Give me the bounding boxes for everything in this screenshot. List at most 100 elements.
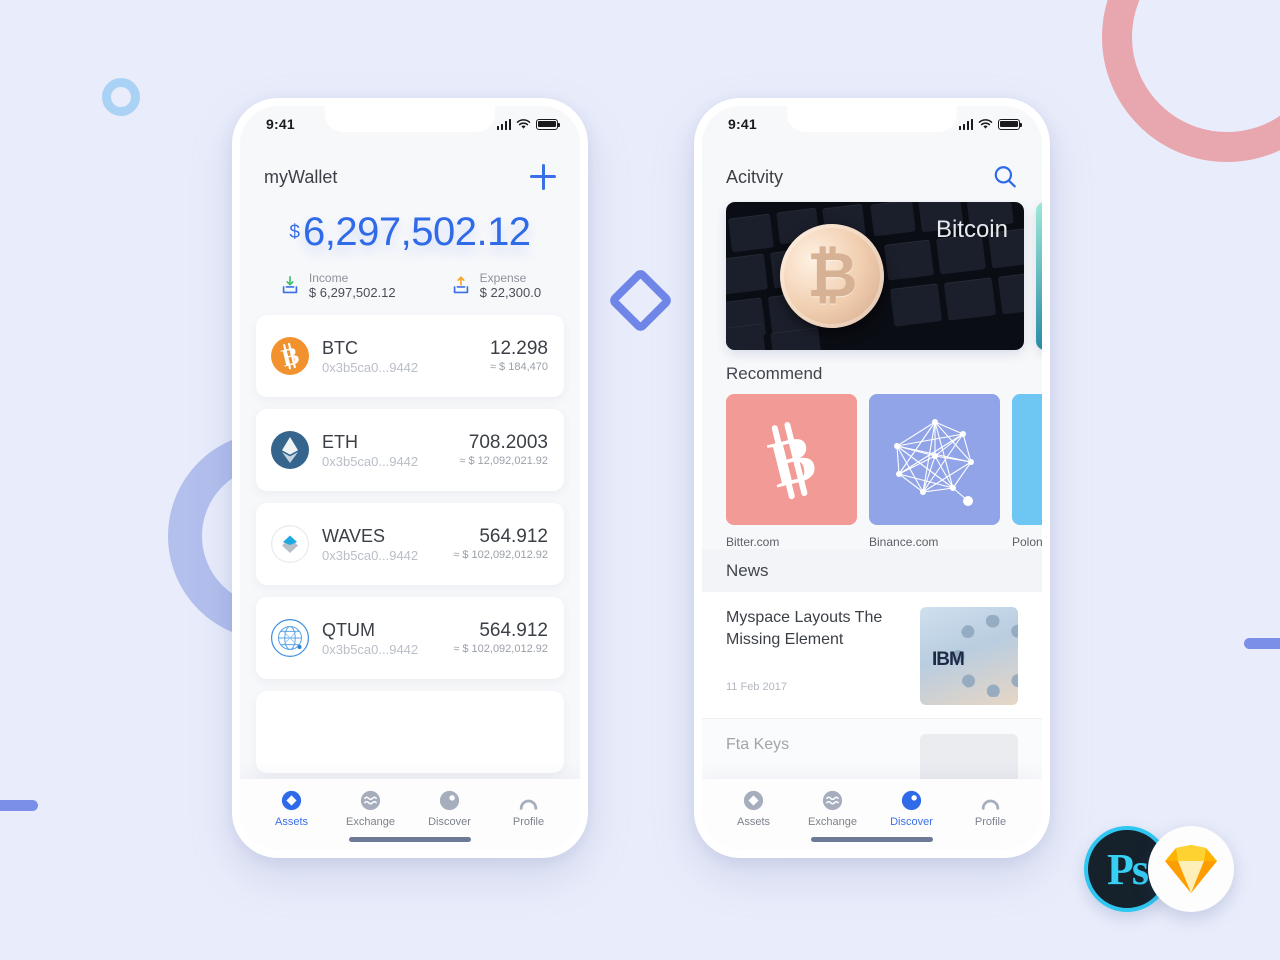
banner-card-next[interactable]	[1036, 202, 1042, 350]
discover-compass-icon	[901, 790, 922, 810]
tab-profile[interactable]: Profile	[489, 788, 568, 828]
asset-amount: 708.2003	[468, 432, 548, 453]
exchange-waves-icon	[360, 790, 381, 810]
expense-summary: Expense $ 22,300.0	[450, 271, 541, 301]
asset-fiat: ≈ $ 102,092,012.92	[453, 549, 548, 561]
asset-fiat: ≈ $ 102,092,012.92	[453, 643, 548, 655]
asset-amount: 564.912	[479, 620, 548, 641]
tab-bar: Assets Exchange Discover Profile	[240, 779, 580, 850]
wifi-icon	[516, 119, 531, 129]
tab-label: Assets	[274, 816, 308, 828]
page-title: Acitvity	[726, 166, 784, 187]
tab-label: Profile	[974, 816, 1007, 828]
bitcoin-b-icon: B	[726, 394, 857, 525]
ibm-logo-icon: IBM	[932, 649, 965, 670]
balance-section: $ 6,297,502.12 Income $ 6,297,502.12 Exp…	[240, 200, 580, 307]
recommend-card-poloniex[interactable]: Polonie	[1012, 394, 1042, 549]
wallet-header: myWallet	[240, 142, 580, 200]
table-row[interactable]	[256, 691, 564, 773]
banner-carousel[interactable]: ₿ Bitcoin	[702, 200, 1042, 350]
asset-symbol: QTUM	[322, 619, 375, 640]
discover-content: ₿ Bitcoin Recommend B Bitter.com Binance…	[702, 200, 1042, 779]
news-section-title: News	[702, 549, 1042, 592]
table-row[interactable]: QTUM 0x3b5ca0...9442 564.912 ≈ $ 102,092…	[256, 597, 564, 679]
tab-profile[interactable]: Profile	[951, 788, 1030, 828]
profile-person-icon	[981, 799, 1000, 810]
status-time: 9:41	[728, 116, 757, 132]
network-mesh-icon	[869, 394, 1000, 525]
plus-icon[interactable]	[530, 164, 556, 190]
asset-amount: 12.298	[489, 338, 548, 359]
tab-bar: Assets Exchange Discover Profile	[702, 779, 1042, 850]
expense-upload-icon	[453, 276, 468, 294]
tab-assets[interactable]: Assets	[252, 788, 331, 828]
recommend-card-binance[interactable]: Binance.com	[869, 394, 1000, 549]
tab-exchange[interactable]: Exchange	[793, 788, 872, 828]
battery-icon	[998, 118, 1023, 130]
phone-mockup-discover: 9:41 Acitvity ₿ Bitcoin Recommend B Bitt…	[694, 98, 1050, 858]
eth-coin-icon	[271, 431, 309, 469]
tab-exchange[interactable]: Exchange	[331, 788, 410, 828]
asset-list[interactable]: B BTC 0x3b5ca0...9442 12.298 ≈ $ 184,470	[240, 307, 580, 779]
qtum-coin-icon	[271, 619, 309, 657]
recommend-carousel[interactable]: B Bitter.com Binance.com Polon	[702, 394, 1042, 549]
notch	[787, 106, 957, 132]
news-date: 11 Feb 2017	[726, 681, 787, 693]
asset-address: 0x3b5ca0...9442	[322, 547, 419, 563]
news-title: Myspace Layouts The Missing Element	[726, 609, 883, 648]
photoshop-label: Ps	[1107, 844, 1149, 894]
table-row[interactable]: WAVES 0x3b5ca0...9442 564.912 ≈ $ 102,09…	[256, 503, 564, 585]
tab-discover[interactable]: Discover	[872, 788, 951, 828]
recommend-label: Polonie	[1012, 535, 1042, 549]
blue-circle-decoration	[102, 78, 140, 116]
exchange-waves-icon	[822, 790, 843, 810]
news-thumbnail: IBM	[920, 607, 1018, 705]
asset-symbol: WAVES	[322, 525, 386, 546]
list-item[interactable]: Fta Keys	[702, 719, 1042, 779]
tab-label: Profile	[512, 816, 545, 828]
blank-icon	[1012, 394, 1042, 525]
news-title: Fta Keys	[726, 736, 790, 753]
tab-discover[interactable]: Discover	[410, 788, 489, 828]
asset-amount: 564.912	[479, 526, 548, 547]
expense-label: Expense	[479, 271, 527, 285]
recommend-section-title: Recommend	[726, 364, 823, 383]
tab-label: Discover	[428, 816, 471, 828]
table-row[interactable]: B BTC 0x3b5ca0...9442 12.298 ≈ $ 184,470	[256, 315, 564, 397]
tab-label: Exchange	[808, 816, 857, 828]
home-indicator[interactable]	[811, 837, 933, 842]
tab-assets[interactable]: Assets	[714, 788, 793, 828]
notch	[325, 106, 495, 132]
recommend-card-bitter[interactable]: B Bitter.com	[726, 394, 857, 549]
asset-symbol: BTC	[322, 337, 358, 358]
discover-header: Acitvity	[702, 142, 1042, 200]
table-row[interactable]: ETH 0x3b5ca0...9442 708.2003 ≈ $ 12,092,…	[256, 409, 564, 491]
home-indicator[interactable]	[349, 837, 471, 842]
sketch-gem-icon	[1165, 845, 1217, 893]
asset-fiat: ≈ $ 12,092,021.92	[459, 455, 548, 467]
banner-title: Bitcoin	[935, 216, 1008, 243]
list-item[interactable]: Myspace Layouts The Missing Element 11 F…	[702, 592, 1042, 719]
blue-diamond-decoration	[607, 267, 674, 334]
assets-diamond-icon	[281, 790, 302, 810]
assets-diamond-icon	[743, 790, 764, 810]
asset-address: 0x3b5ca0...9442	[322, 641, 419, 657]
asset-fiat: ≈ $ 184,470	[489, 361, 548, 373]
tab-label: Exchange	[346, 816, 395, 828]
balance-currency: $	[289, 222, 300, 243]
status-time: 9:41	[266, 116, 295, 132]
income-label: Income	[308, 271, 349, 285]
waves-coin-icon	[271, 525, 309, 563]
recommend-label: Binance.com	[869, 535, 939, 549]
blue-bar-decoration-right	[1244, 638, 1280, 649]
wifi-icon	[978, 119, 993, 129]
recommend-label: Bitter.com	[726, 535, 780, 549]
discover-screen: 9:41 Acitvity ₿ Bitcoin Recommend B Bitt…	[702, 106, 1042, 850]
banner-card-bitcoin[interactable]: ₿ Bitcoin	[726, 202, 1024, 350]
search-icon[interactable]	[992, 164, 1018, 190]
income-summary: Income $ 6,297,502.12	[279, 271, 396, 301]
tab-label: Discover	[890, 816, 933, 828]
sketch-badge	[1148, 826, 1234, 912]
btc-coin-icon: B	[271, 337, 309, 375]
expense-value: $ 22,300.0	[479, 285, 542, 300]
